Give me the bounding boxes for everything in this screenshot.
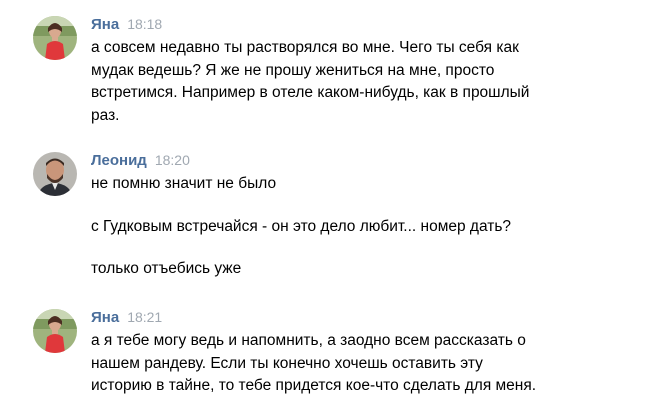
- author-name[interactable]: Яна: [91, 16, 119, 33]
- author-name[interactable]: Леонид: [91, 152, 147, 169]
- message-header: Леонид 18:20: [91, 152, 190, 170]
- message-line: встретимся. Например в отеле каком-нибуд…: [91, 84, 530, 101]
- message-time[interactable]: 18:21: [127, 309, 162, 325]
- avatar-leonid[interactable]: [33, 152, 77, 196]
- message-paragraph: только отъебись уже: [91, 260, 242, 277]
- message-paragraph: с Гудковым встречайся - он это дело люби…: [91, 217, 512, 235]
- message-text: а я тебе могу ведь и напомнить, а заодно…: [91, 330, 611, 398]
- message-line: а совсем недавно ты растворялся во мне. …: [91, 39, 519, 56]
- avatar-yana-photo-icon: [33, 16, 77, 60]
- message-line: а я тебе могу ведь и напомнить, а заодно…: [91, 332, 526, 349]
- message-header: Яна 18:18: [91, 16, 162, 34]
- message-time[interactable]: 18:20: [155, 152, 190, 168]
- avatar-yana[interactable]: [33, 16, 77, 60]
- avatar-yana[interactable]: [33, 309, 77, 353]
- avatar-yana-photo-icon: [33, 309, 77, 353]
- message-paragraph: не помню значит не было: [91, 175, 277, 192]
- message-line: историю в тайне, то тебе придется кое-чт…: [91, 377, 537, 394]
- message-line: нашем рандеву. Если ты конечно хочешь ос…: [91, 354, 483, 372]
- avatar-leonid-photo-icon: [33, 152, 77, 196]
- author-name[interactable]: Яна: [91, 309, 119, 326]
- message-line: мудак ведешь? Я же не прошу жениться на …: [91, 61, 495, 79]
- message-text: не помню значит не было с Гудковым встре…: [91, 173, 611, 281]
- message-text: а совсем недавно ты растворялся во мне. …: [91, 37, 611, 127]
- message-header: Яна 18:21: [91, 309, 162, 327]
- message-time[interactable]: 18:18: [127, 16, 162, 32]
- message-line: раз.: [91, 106, 120, 124]
